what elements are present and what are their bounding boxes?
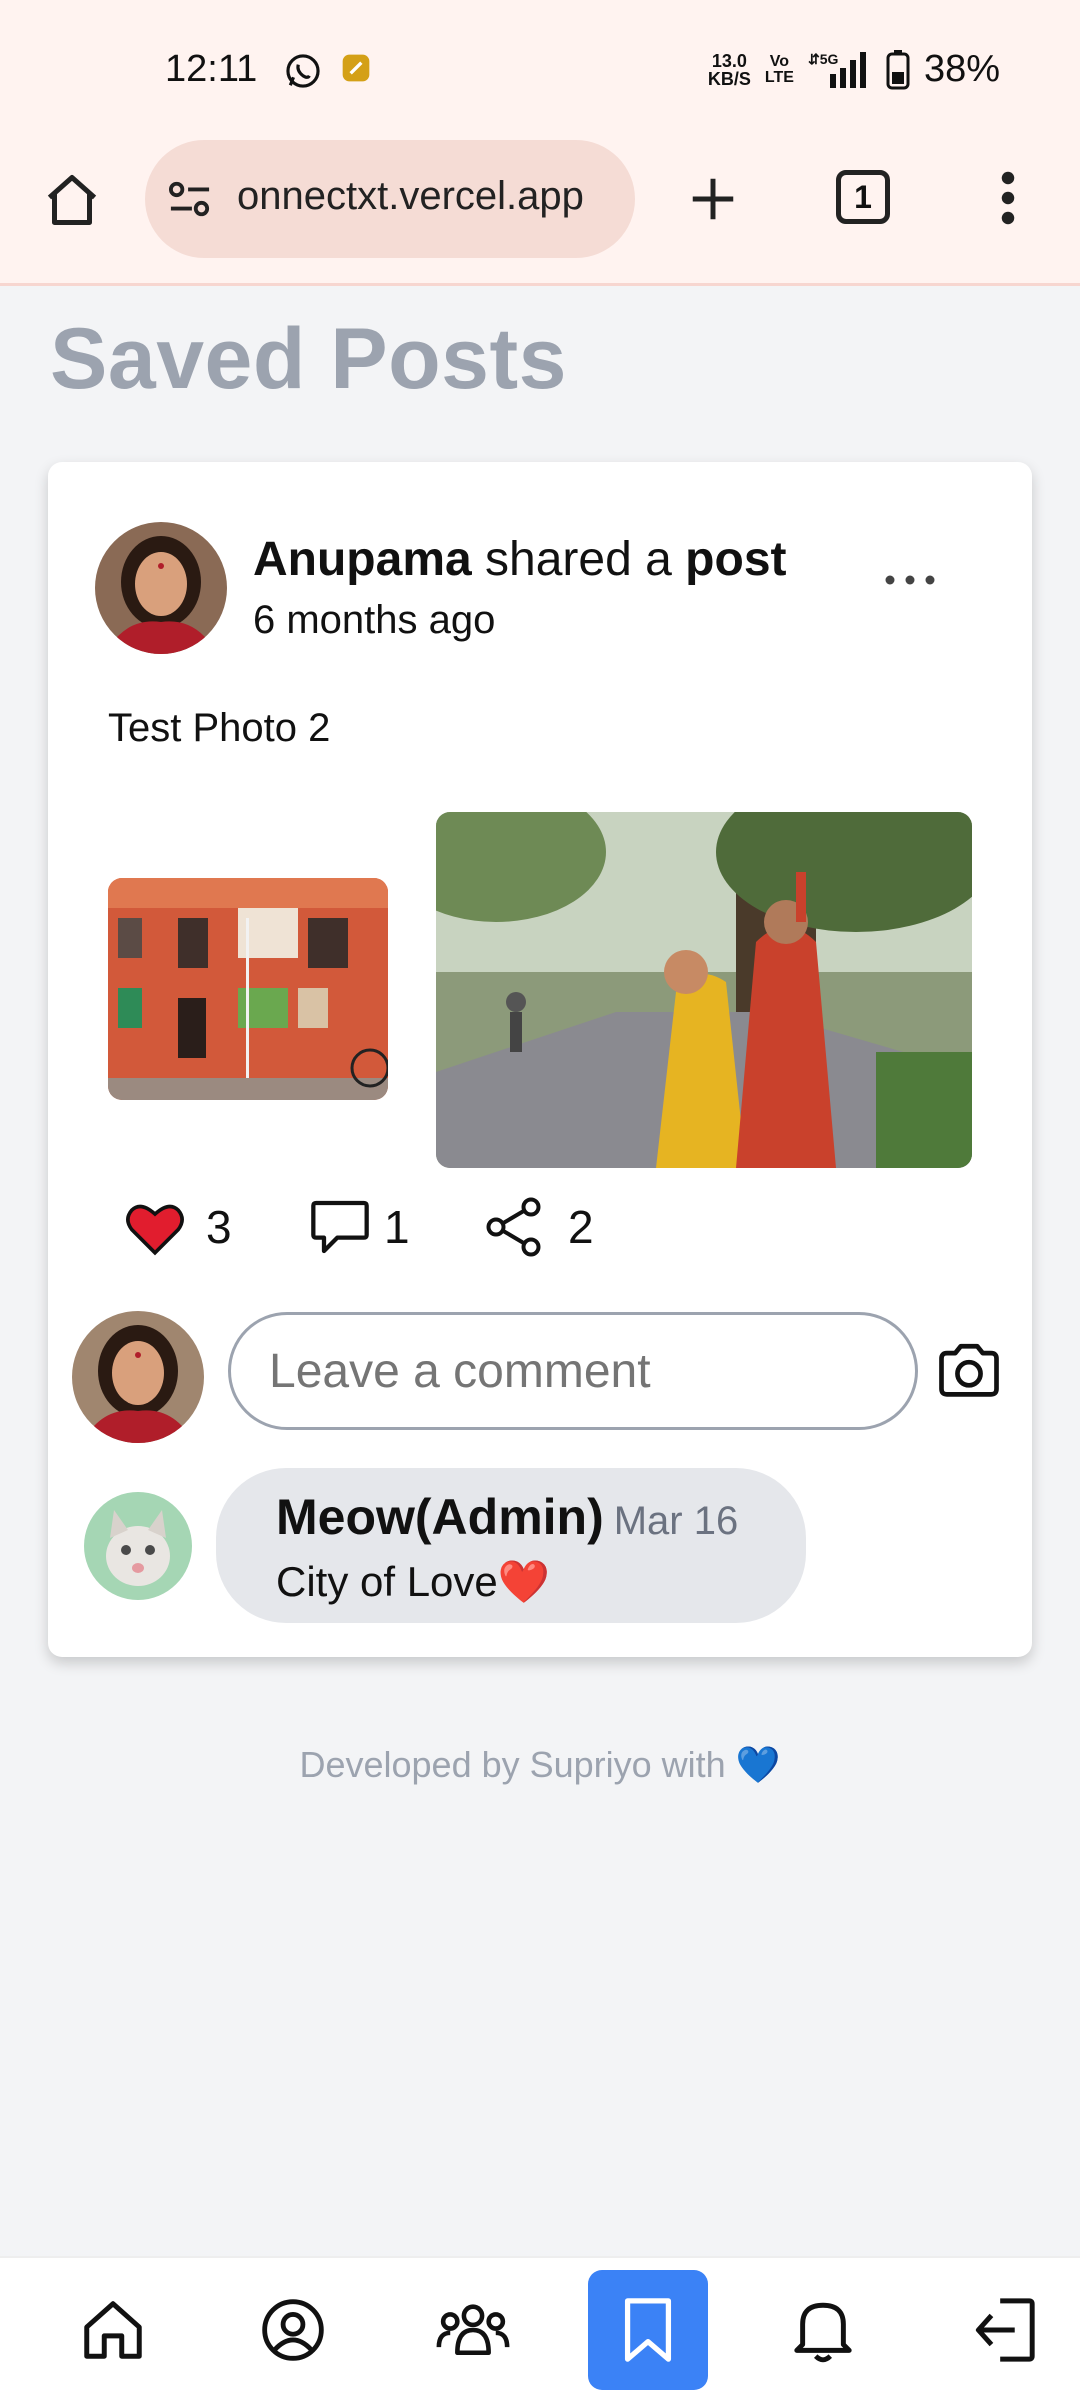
commenter-avatar[interactable] — [84, 1492, 192, 1600]
logout-icon[interactable] — [974, 2295, 1038, 2365]
friends-icon[interactable] — [436, 2297, 510, 2363]
author-name[interactable]: Anupama — [253, 533, 472, 586]
page-title: Saved Posts — [50, 311, 567, 407]
post-photo-2[interactable] — [436, 812, 972, 1168]
like-action[interactable]: 3 — [124, 1190, 232, 1264]
nav-profile[interactable] — [233, 2270, 353, 2390]
url-text: onnectxt.vercel.app — [237, 174, 584, 218]
post-author-line: Anupama shared a post — [253, 533, 787, 586]
comment-action[interactable]: 1 — [308, 1190, 410, 1264]
svg-text:⇵5G: ⇵5G — [808, 51, 839, 67]
share-count: 2 — [568, 1201, 594, 1253]
home-icon[interactable] — [42, 170, 102, 230]
comment-date: Mar 16 — [613, 1499, 739, 1543]
more-options-icon[interactable] — [880, 560, 940, 600]
camera-icon[interactable] — [936, 1342, 1002, 1400]
home-icon[interactable] — [78, 2295, 148, 2365]
comment-text: City of Love❤️ — [276, 1558, 551, 1605]
comment-author-line: Meow(Admin) Mar 16 — [276, 1488, 738, 1546]
bookmark-icon[interactable] — [618, 2295, 678, 2365]
post-time: 6 months ago — [253, 598, 496, 642]
nav-saved[interactable] — [588, 2270, 708, 2390]
menu-icon[interactable] — [990, 168, 1026, 228]
like-count: 3 — [206, 1201, 232, 1253]
network-speed: 13.0 KB/S — [707, 50, 751, 89]
site-settings-icon[interactable] — [167, 178, 213, 220]
volte-indicator: Vo LTE — [764, 52, 794, 86]
status-time: 12:11 — [165, 48, 258, 90]
profile-icon[interactable] — [259, 2296, 327, 2364]
nav-friends[interactable] — [413, 2270, 533, 2390]
post-text: Test Photo 2 — [108, 706, 331, 750]
bell-icon[interactable] — [791, 2295, 855, 2365]
status-right: 13.0 KB/S Vo LTE ⇵5G 38% — [708, 48, 1000, 91]
comment-icon[interactable] — [308, 1197, 372, 1257]
heart-icon[interactable] — [124, 1198, 186, 1256]
post-photo-1[interactable] — [108, 878, 388, 1100]
battery-percent: 38% — [923, 48, 1000, 90]
share-action[interactable]: 2 — [486, 1190, 594, 1264]
current-user-avatar — [72, 1311, 204, 1443]
author-avatar[interactable] — [95, 522, 227, 654]
tab-switcher-button[interactable]: 1 — [836, 170, 890, 224]
app-notification-icon — [342, 54, 370, 82]
comment-author[interactable]: Meow(Admin) — [276, 1489, 604, 1545]
comment-count: 1 — [384, 1201, 410, 1253]
footer-credit: Developed by Supriyo with 💙 — [299, 1744, 781, 1785]
battery-icon — [886, 49, 910, 89]
signal-icon: ⇵5G — [808, 51, 866, 88]
nav-home[interactable] — [53, 2270, 173, 2390]
bottom-nav — [0, 2256, 1080, 2402]
status-bar: 12:11 13.0 KB/S Vo LTE ⇵5G 38% — [0, 0, 1080, 140]
browser-toolbar: onnectxt.vercel.app 1 — [0, 140, 1080, 286]
comment-input[interactable] — [228, 1312, 918, 1430]
new-tab-icon[interactable] — [686, 172, 740, 226]
share-icon[interactable] — [486, 1195, 546, 1259]
nav-logout[interactable] — [946, 2270, 1066, 2390]
whatsapp-icon — [286, 54, 320, 88]
nav-notifications[interactable] — [763, 2270, 883, 2390]
comment-bubble: Meow(Admin) Mar 16 City of Love❤️ — [216, 1468, 806, 1623]
url-bar[interactable]: onnectxt.vercel.app — [145, 140, 635, 258]
